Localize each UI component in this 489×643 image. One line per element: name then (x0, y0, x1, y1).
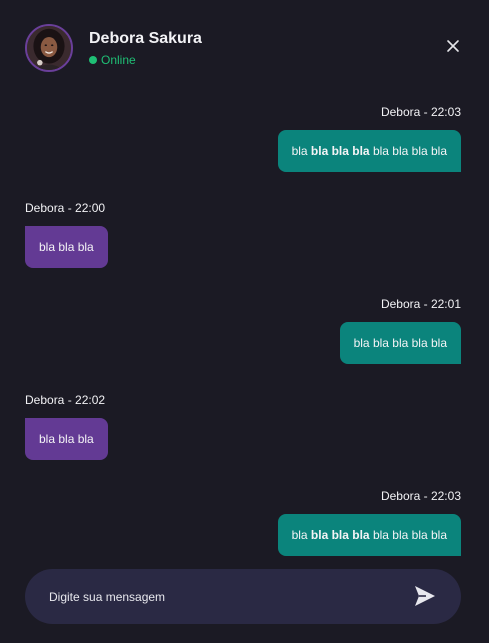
message-text: bla (291, 144, 311, 158)
message-text: bla bla bla bla (369, 528, 447, 542)
message-text: bla (291, 528, 311, 542)
message-text: bla bla bla (39, 432, 94, 446)
message-bubble-sent[interactable]: bla bla bla bla bla bla bla bla (277, 130, 461, 172)
online-status: Online (89, 53, 136, 67)
message-label: Debora - 22:03 (380, 489, 461, 503)
message-bubble-sent[interactable]: bla bla bla bla bla bla bla bla (277, 514, 461, 556)
send-icon (415, 586, 435, 606)
message-composer (25, 569, 461, 624)
status-text: Online (101, 53, 136, 67)
message-text: bla bla bla bla (369, 144, 447, 158)
close-button[interactable] (443, 36, 463, 56)
message-label: Debora - 22:00 (25, 201, 106, 215)
message-bubble-received[interactable]: bla bla bla (25, 418, 108, 460)
message-label: Debora - 22:01 (380, 297, 461, 311)
message-list[interactable]: Debora - 22:03 bla bla bla bla bla bla b… (0, 80, 489, 560)
message-label: Debora - 22:03 (380, 105, 461, 119)
close-icon (447, 40, 459, 52)
user-avatar-photo (27, 26, 71, 70)
message-label: Debora - 22:02 (25, 393, 106, 407)
message-text: bla bla bla (39, 240, 94, 254)
message-text-bold: bla bla bla (310, 144, 370, 158)
status-dot-icon (89, 56, 97, 64)
message-text: bla bla bla bla bla (353, 336, 447, 350)
message-text-bold: bla bla bla (310, 528, 370, 542)
message-bubble-sent[interactable]: bla bla bla bla bla (339, 322, 461, 364)
avatar[interactable] (25, 24, 73, 72)
message-bubble-received[interactable]: bla bla bla (25, 226, 108, 268)
contact-name: Debora Sakura (89, 30, 202, 47)
message-input[interactable] (49, 569, 389, 624)
chat-header: Debora Sakura Online (0, 0, 489, 80)
send-button[interactable] (412, 583, 438, 609)
